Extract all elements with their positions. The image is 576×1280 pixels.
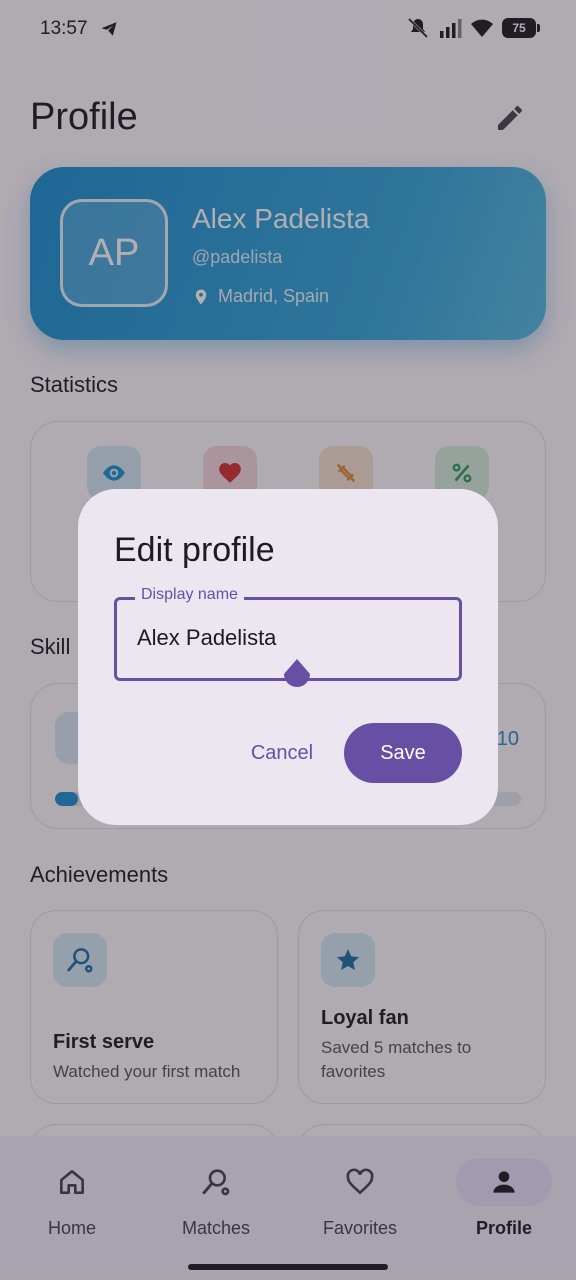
save-button[interactable]: Save	[344, 723, 462, 783]
display-name-input[interactable]	[137, 620, 437, 656]
cancel-button[interactable]: Cancel	[238, 725, 326, 781]
display-name-label: Display name	[135, 586, 244, 604]
profile-screen: 13:57 75 Profile AP Alex Padelista @pade…	[0, 0, 576, 1280]
edit-profile-dialog: Edit profile Display name Cancel Save	[78, 489, 498, 825]
text-cursor-handle[interactable]	[280, 657, 314, 697]
dialog-title: Edit profile	[114, 531, 275, 569]
